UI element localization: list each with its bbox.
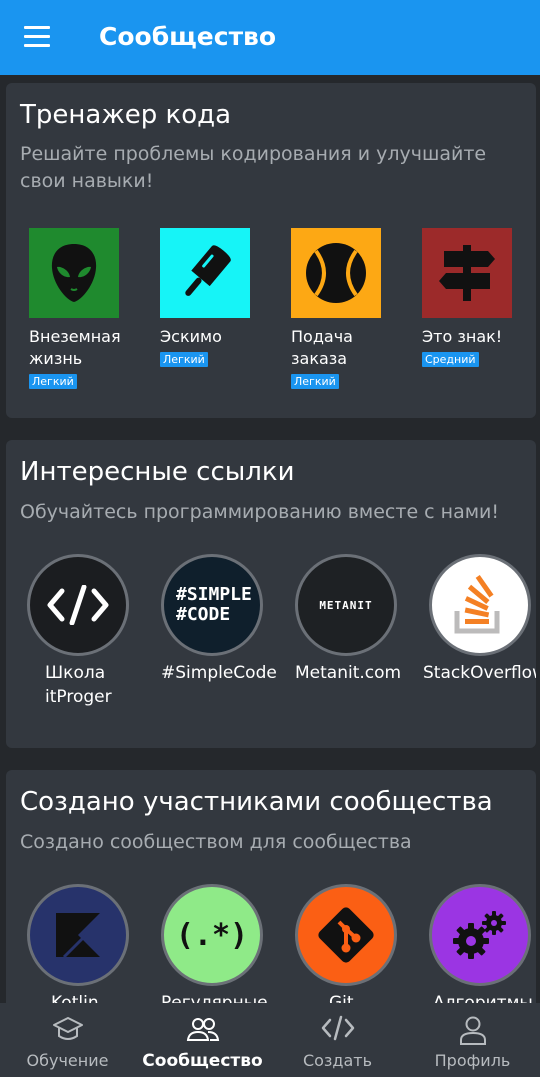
difficulty-badge: Средний [422, 352, 479, 367]
link-label: Metanit.com [295, 663, 402, 683]
simplecode-logo: #SIMPLE #CODE [176, 584, 252, 625]
challenge-thumb [422, 228, 512, 318]
code-trainer-card: Тренажер кода Решайте проблемы кодирован… [6, 83, 536, 418]
code-icon [321, 1015, 354, 1041]
challenge-thumb [160, 228, 250, 318]
link-item[interactable]: Школа itProger [27, 554, 159, 709]
challenge-thumb [291, 228, 381, 318]
nav-label: Сообщество [142, 1051, 263, 1071]
challenge-tile[interactable]: Внеземная жизнь Легкий [29, 228, 141, 389]
graduation-cap-icon [52, 1017, 83, 1040]
nav-label: Обучение [26, 1051, 109, 1070]
app-bar: Сообщество [0, 0, 540, 75]
link-label: Школа itProger [45, 663, 112, 707]
links-subtitle: Обучайтесь программированию вместе с нам… [20, 501, 500, 523]
gears-icon [453, 911, 506, 959]
challenge-name: Внеземная жизнь [29, 327, 121, 368]
link-item[interactable]: #SIMPLE #CODE #SimpleCode [161, 554, 293, 685]
community-avatar [429, 884, 531, 986]
challenge-name: Эскимо [160, 327, 222, 346]
baseball-icon [306, 243, 366, 303]
challenge-tile[interactable]: Это знак! Средний [422, 228, 534, 367]
profile-icon [459, 1016, 486, 1045]
popsicle-icon [185, 245, 231, 296]
people-icon [186, 1018, 219, 1041]
challenge-thumb [29, 228, 119, 318]
links-card: Интересные ссылки Обучайтесь программиро… [6, 440, 536, 748]
nav-create[interactable]: Создать [270, 1003, 405, 1077]
link-avatar [429, 554, 531, 656]
community-item[interactable]: Git [295, 884, 427, 1015]
community-title: Создано участниками сообщества [20, 787, 493, 817]
link-item[interactable]: StackOverflow [423, 554, 536, 685]
page-title: Сообщество [99, 22, 277, 51]
link-avatar: METANIT [295, 554, 397, 656]
nav-label: Создать [302, 1051, 373, 1070]
community-item[interactable]: (.*) Регулярные [161, 884, 293, 1015]
nav-learning[interactable]: Обучение [0, 1003, 135, 1077]
code-trainer-subtitle: Решайте проблемы кодирования и улучшайте… [20, 143, 487, 192]
stackoverflow-icon [454, 575, 500, 634]
community-subtitle: Создано сообществом для сообщества [20, 831, 412, 853]
link-item[interactable]: METANIT Metanit.com [295, 554, 427, 685]
challenge-tile[interactable]: Подача заказа Легкий [291, 228, 403, 389]
link-label: #SimpleCode [161, 663, 277, 683]
code-brackets-icon [47, 585, 109, 625]
alien-icon [51, 244, 97, 302]
community-avatar [295, 884, 397, 986]
link-avatar [27, 554, 129, 656]
link-avatar: #SIMPLE #CODE [161, 554, 263, 656]
difficulty-badge: Легкий [160, 352, 208, 367]
nav-community[interactable]: Сообщество [135, 1003, 270, 1077]
signpost-icon [439, 245, 495, 301]
bottom-navigation: Обучение Сообщество Создать Профиль [0, 1003, 540, 1077]
community-item[interactable]: Алгоритмы [429, 884, 536, 1015]
git-icon [318, 907, 374, 963]
menu-icon[interactable] [24, 26, 54, 48]
challenge-name: Это знак! [422, 327, 503, 346]
challenge-name: Подача заказа [291, 327, 353, 368]
difficulty-badge: Легкий [291, 374, 339, 389]
nav-profile[interactable]: Профиль [405, 1003, 540, 1077]
links-title: Интересные ссылки [20, 457, 295, 487]
metanit-logo: METANIT [319, 598, 373, 612]
difficulty-badge: Легкий [29, 374, 77, 389]
community-avatar [27, 884, 129, 986]
kotlin-icon [56, 913, 100, 959]
link-label: StackOverflow [423, 663, 536, 683]
community-avatar: (.*) [161, 884, 263, 986]
community-item[interactable]: Kotlin [27, 884, 159, 1015]
nav-label: Профиль [434, 1051, 511, 1070]
code-trainer-title: Тренажер кода [20, 100, 232, 130]
regex-icon: (.*) [175, 917, 249, 953]
challenge-tile[interactable]: Эскимо Легкий [160, 228, 272, 367]
